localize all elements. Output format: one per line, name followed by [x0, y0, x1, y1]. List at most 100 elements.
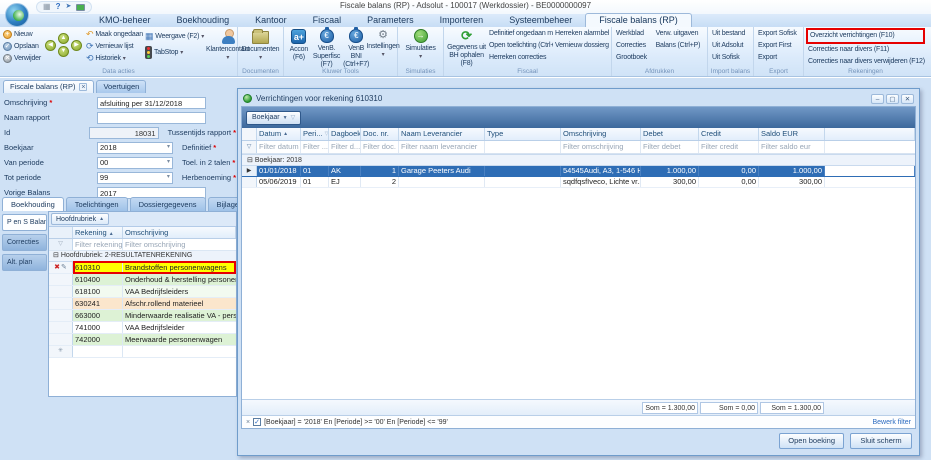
export-first-button[interactable]: Export First — [756, 40, 801, 52]
accon-button[interactable]: a+ Accon (F6) — [286, 28, 312, 63]
filter-credit-cell[interactable]: Filter credit — [699, 141, 759, 153]
filter-periode-cell[interactable]: Filter ... — [301, 141, 329, 153]
column-header-saldo[interactable]: Saldo EUR — [759, 128, 825, 140]
nav-correcties[interactable]: Correcties — [2, 234, 47, 251]
opslaan-button[interactable]: ✓ Opslaan — [2, 40, 42, 52]
tussentijds-rapport-label[interactable]: Tussentijds rapport* — [168, 128, 236, 137]
groupby-boekjaar-button[interactable]: Boekjaar ▼ ▽ — [246, 111, 301, 125]
documenten-button[interactable]: Documenten ▾ — [240, 28, 281, 63]
doc-tab-voertuigen[interactable]: Voertuigen — [96, 80, 146, 93]
herreken-alarmbel-button[interactable]: Herreken alarmbelprocedure — [553, 28, 609, 40]
column-header-debet[interactable]: Debet — [641, 128, 699, 140]
omschrijving-field[interactable]: afsluiting per 31/12/2018 — [97, 97, 206, 109]
filter-docnr-cell[interactable]: Filter doc. nr. — [361, 141, 399, 153]
nav-first-icon[interactable]: ◀ — [45, 40, 56, 51]
account-new-row[interactable]: ✳ — [49, 346, 236, 358]
gegevens-ophalen-button[interactable]: ⟳ Gegevens uit BH ophalen (F8) — [446, 28, 487, 69]
account-row-630241[interactable]: 630241 Afschr.rollend materieel — [49, 298, 236, 310]
ribbon-tab-parameters[interactable]: Parameters — [354, 14, 427, 27]
account-row-742000[interactable]: 742000 Meerwaarde personenwagen — [49, 334, 236, 346]
maak-ongedaan-button[interactable]: ↶ Maak ongedaan — [85, 28, 144, 40]
column-header-credit[interactable]: Credit — [699, 128, 759, 140]
filter-leverancier-cell[interactable]: Filter naam leverancier — [399, 141, 485, 153]
grootboek-button[interactable]: Grootboek — [614, 52, 654, 64]
transaction-row-2[interactable]: 05/06/2019 01 EJ 2 sqdfqsfIveco, Lichte … — [242, 177, 915, 188]
filter-rekening-cell[interactable]: Filter rekening — [73, 239, 123, 250]
minimize-icon[interactable]: – — [871, 94, 884, 104]
account-row-741000[interactable]: 741000 VAA Bedrijfsleider — [49, 322, 236, 334]
definitief-label[interactable]: Definitief* — [182, 143, 216, 152]
tab-close-icon[interactable]: × — [79, 83, 87, 91]
account-row-610310[interactable]: ✖ ✎ 610310 Brandstoffen personenwagens — [49, 262, 236, 274]
ribbon-tab-importeren[interactable]: Importeren — [427, 14, 497, 27]
tot-periode-dropdown[interactable]: 99 ▾ — [97, 172, 173, 184]
filter-saldo-cell[interactable]: Filter saldo eur — [759, 141, 825, 153]
vernieuw-dossier-button[interactable]: Vernieuw dossiergegevens — [553, 40, 609, 52]
ribbon-tab-fiscale-balans[interactable]: Fiscale balans (RP) — [585, 13, 692, 27]
dialog-group-row[interactable]: ⊟ Boekjaar: 2018 — [242, 154, 915, 166]
sluit-scherm-button[interactable]: Sluit scherm — [850, 433, 912, 449]
correcties-divers-verwijderen-button[interactable]: Correcties naar divers verwijderen (F12) — [806, 56, 925, 68]
column-header-type[interactable]: Type — [485, 128, 561, 140]
delete-row-icon[interactable]: ✖ — [54, 262, 60, 273]
herreken-correcties-button[interactable]: Herreken correcties — [487, 52, 553, 64]
herbenoeming-label[interactable]: Herbenoeming* — [182, 173, 236, 182]
balans-print-button[interactable]: Balans (Ctrl+P) — [654, 40, 705, 52]
van-periode-dropdown[interactable]: 00 ▾ — [97, 157, 173, 169]
transaction-row-1[interactable]: ▶ 01/01/2018 01 AK 1 Garage Peeters Audi… — [242, 166, 915, 177]
nieuw-button[interactable]: + Nieuw — [2, 28, 42, 40]
open-toelichting-button[interactable]: Open toelichting (Ctrl+T) — [487, 40, 553, 52]
nav-p-en-s-balans[interactable]: P en S Balans — [2, 214, 47, 231]
definitief-ongedaan-button[interactable]: Definitief ongedaan maken — [487, 28, 553, 40]
vernieuw-lijst-button[interactable]: ⟳ Vernieuw lijst — [85, 40, 144, 52]
accounts-group-row[interactable]: ⊟ Hoofdrubriek: 2-RESULTATENREKENING — [49, 251, 236, 262]
boekjaar-dropdown[interactable]: 2018 ▾ — [97, 142, 173, 154]
ribbon-tab-kmo-beheer[interactable]: KMO-beheer — [86, 14, 164, 27]
account-row-610400[interactable]: 610400 Onderhoud & herstelling personenw… — [49, 274, 236, 286]
export-button[interactable]: Export — [756, 52, 801, 64]
tab-dossiergegevens[interactable]: Dossiergegevens — [130, 197, 206, 211]
column-header-periode[interactable]: Peri...▽ — [301, 128, 329, 140]
column-header-datum[interactable]: Datum▲ — [257, 128, 301, 140]
correcties-print-button[interactable]: Correcties — [614, 40, 654, 52]
filter-debet-cell[interactable]: Filter debet — [641, 141, 699, 153]
nav-prev-icon[interactable]: ▲ — [58, 33, 69, 44]
column-header-omschrijving[interactable]: Omschrijving — [561, 128, 641, 140]
column-header-leverancier[interactable]: Naam Leverancier — [399, 128, 485, 140]
simulaties-button[interactable]: → Simulaties ▾ — [400, 28, 441, 62]
verw-uitgaven-button[interactable]: Verw. uitgaven — [654, 28, 705, 40]
column-header-omschrijving[interactable]: Omschrijving — [123, 227, 236, 238]
weergave-button[interactable]: ▦ Weergave (F2) ▾ — [144, 28, 205, 44]
edit-row-icon[interactable]: ✎ — [61, 262, 67, 273]
tab-boekhouding[interactable]: Boekhouding — [2, 197, 64, 211]
filter-datum-cell[interactable]: Filter datum — [257, 141, 301, 153]
close-icon[interactable]: ✕ — [901, 94, 914, 104]
maximize-icon[interactable]: ▢ — [886, 94, 899, 104]
nav-alt-plan[interactable]: Alt. plan — [2, 254, 47, 271]
account-row-618100[interactable]: 618100 VAA Bedrijfsleiders — [49, 286, 236, 298]
nav-next-icon[interactable]: ▼ — [58, 46, 69, 57]
filter-omschrijving-cell[interactable]: Filter omschrijving — [123, 239, 236, 250]
nav-last-icon[interactable]: ▶ — [71, 40, 82, 51]
ribbon-tab-kantoor[interactable]: Kantoor — [242, 14, 300, 27]
column-header-doc-nr[interactable]: Doc. nr. — [361, 128, 399, 140]
doc-tab-fiscale-balans[interactable]: Fiscale balans (RP) × — [3, 80, 94, 93]
groupby-hoofdrubriek-button[interactable]: Hoofdrubriek ▲ — [51, 213, 109, 225]
filter-close-icon[interactable]: × — [246, 419, 250, 426]
uit-bestand-button[interactable]: Uit bestand — [710, 28, 751, 40]
ribbon-tab-fiscaal[interactable]: Fiscaal — [300, 14, 355, 27]
toel-2-talen-label[interactable]: Toel. in 2 talen* — [182, 158, 235, 167]
filter-checkbox[interactable]: ✓ — [253, 418, 261, 426]
ribbon-tab-systeembeheer[interactable]: Systeembeheer — [496, 14, 585, 27]
uit-adsolut-button[interactable]: Uit Adsolut — [710, 40, 751, 52]
export-sofisk-button[interactable]: Export Sofisk — [756, 28, 801, 40]
correcties-naar-divers-button[interactable]: Correcties naar divers (F11) — [806, 44, 925, 56]
overzicht-verrichtingen-button[interactable]: Overzicht verrichtingen (F10) — [808, 30, 923, 42]
column-header-dagboek[interactable]: Dagboek — [329, 128, 361, 140]
werkblad-button[interactable]: Werkblad — [614, 28, 654, 40]
filter-dagboek-cell[interactable]: Filter d... — [329, 141, 361, 153]
open-boeking-button[interactable]: Open boeking — [779, 433, 844, 449]
application-orb-button[interactable] — [5, 3, 29, 27]
historiek-button[interactable]: ⟲ Historiek ▾ — [85, 52, 144, 64]
ribbon-tab-boekhouding[interactable]: Boekhouding — [164, 14, 243, 27]
